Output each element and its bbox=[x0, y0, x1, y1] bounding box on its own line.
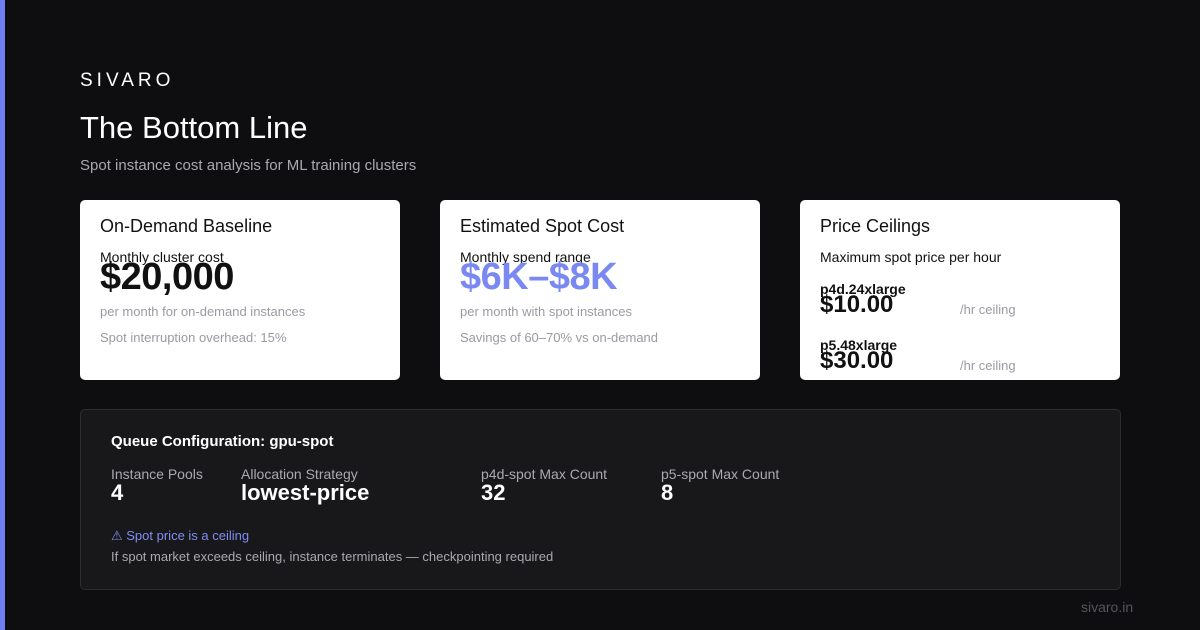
card-note-secondary: Savings of 60–70% vs on-demand bbox=[460, 330, 659, 345]
card-note: per month with spot instances bbox=[460, 304, 632, 319]
ceiling-row: p4d.24xlarge $10.00 /hr ceiling bbox=[820, 281, 1100, 321]
stat-value: lowest-price bbox=[241, 480, 370, 505]
page-title: The Bottom Line bbox=[80, 110, 308, 145]
queue-title: Queue Configuration: gpu-spot bbox=[111, 433, 334, 450]
stat-value: 8 bbox=[661, 480, 674, 505]
stat-allocation-strategy: Allocation Strategy lowest-price bbox=[241, 466, 369, 504]
ceiling-unit: /hr ceiling bbox=[960, 358, 1016, 373]
card-label: Maximum spot price per hour bbox=[820, 249, 1002, 265]
footer-domain: sivaro.in bbox=[1081, 599, 1134, 615]
ceiling-price: $30.00 bbox=[820, 347, 894, 374]
queue-config-panel: Queue Configuration: gpu-spot Instance P… bbox=[80, 409, 1121, 590]
stat-label: Instance Pools bbox=[111, 466, 203, 482]
stat-p5-max-count: p5-spot Max Count 8 bbox=[661, 466, 779, 504]
stat-label: p5-spot Max Count bbox=[661, 466, 780, 482]
on-demand-card: On-Demand Baseline Monthly cluster cost … bbox=[80, 200, 400, 380]
stat-instance-pools: Instance Pools 4 bbox=[111, 466, 203, 504]
price-ceilings-card: Price Ceilings Maximum spot price per ho… bbox=[800, 200, 1120, 380]
stat-value: 4 bbox=[111, 480, 124, 505]
brand-logo: SIVARO bbox=[80, 70, 175, 91]
card-note-secondary: Spot interruption overhead: 15% bbox=[100, 330, 287, 345]
ceiling-unit: /hr ceiling bbox=[960, 302, 1016, 317]
spot-cost-value: $6K–$8K bbox=[460, 256, 618, 298]
card-title: Estimated Spot Cost bbox=[460, 216, 625, 236]
page-subtitle: Spot instance cost analysis for ML train… bbox=[80, 157, 417, 174]
stat-value: 32 bbox=[481, 480, 506, 505]
on-demand-value: $20,000 bbox=[100, 256, 234, 298]
card-note: per month for on-demand instances bbox=[100, 304, 306, 319]
card-title: Price Ceilings bbox=[820, 216, 931, 236]
ceiling-row: p5.48xlarge $30.00 /hr ceiling bbox=[820, 337, 1100, 377]
stat-p4d-max-count: p4d-spot Max Count 32 bbox=[481, 466, 607, 504]
slide: SIVARO The Bottom Line Spot instance cos… bbox=[0, 0, 1200, 630]
accent-bar bbox=[0, 0, 5, 630]
ceiling-price: $10.00 bbox=[820, 291, 894, 318]
warning-detail: If spot market exceeds ceiling, instance… bbox=[111, 549, 554, 564]
card-title: On-Demand Baseline bbox=[100, 216, 273, 236]
warning-title: ⚠ Spot price is a ceiling bbox=[111, 528, 250, 543]
spot-cost-card: Estimated Spot Cost Monthly spend range … bbox=[440, 200, 760, 380]
